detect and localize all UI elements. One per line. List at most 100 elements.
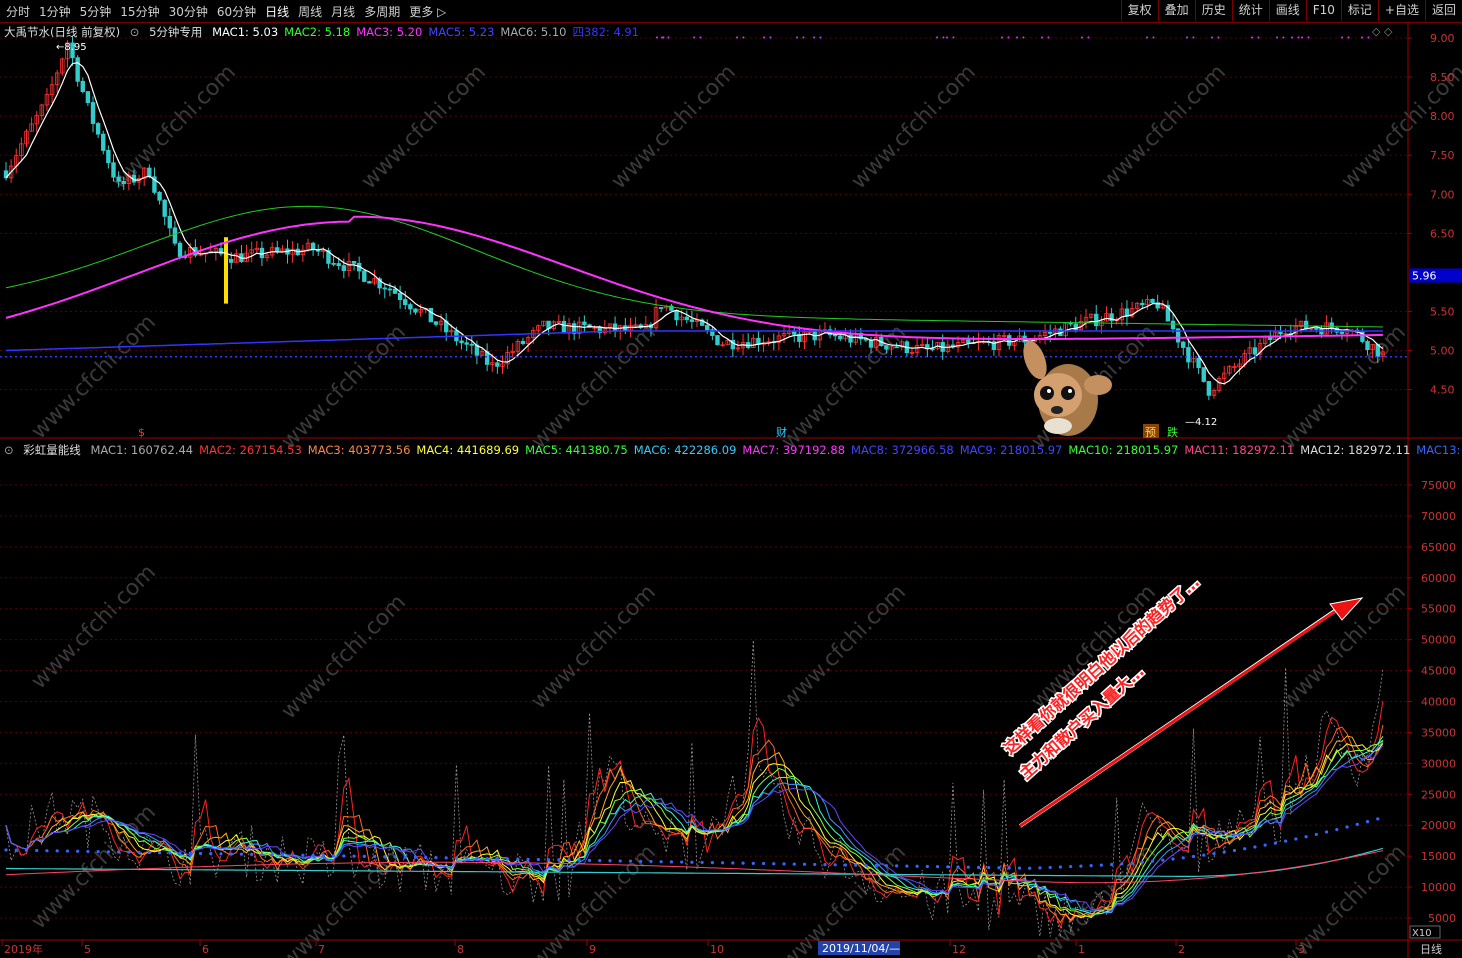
watermark-text: www.cfchi.com [527,580,661,714]
volume-tick-label: 30000 [1421,757,1456,770]
watermark-text: www.cfchi.com [777,580,911,714]
candle-body [1150,299,1155,304]
annotation-arrow [1019,606,1341,828]
candle-body [172,227,178,244]
candle-body [1303,320,1309,330]
volume-legend-item-0: MAC1: 160762.44 [90,443,194,457]
candle-body [336,263,341,267]
signal-dots: • • [1275,34,1285,42]
volume-tick-label: 40000 [1421,696,1456,709]
x-tick-label: 12 [952,943,966,956]
watermark-text: www.cfchi.com [1277,580,1411,714]
volume-tick-label: 20000 [1421,819,1456,832]
candle-body [561,320,567,334]
volume-legend-item-12: MAC13: 13354 [1416,443,1462,457]
indicator-name[interactable]: 5分钟专用 [149,25,202,39]
watermark-text: www.cfchi.com [27,800,161,934]
volume-unit-label: X10 [1412,928,1432,939]
volume-title[interactable]: 彩虹量能线 [23,443,81,457]
x-tick-label: 8 [457,943,464,956]
signal-dots: • • [1340,34,1350,42]
volume-tick-label: 25000 [1421,788,1456,801]
candle-body [1206,381,1212,396]
candle-body [111,162,116,178]
price-tick-label: 7.00 [1430,188,1455,201]
candle-body [162,199,167,217]
candle-body [658,307,664,309]
candle-body [106,150,111,164]
candle-body [351,260,357,264]
candle-body [367,281,372,284]
volume-tick-label: 70000 [1421,510,1456,523]
volume-legend-item-8: MAC9: 218015.97 [959,443,1063,457]
volume-tick-label: 50000 [1421,634,1456,647]
candle-body [884,345,889,350]
candle-body [259,247,265,259]
x-tick-label: 2 [1178,943,1185,956]
candle-body [1068,322,1073,325]
volume-legend-item-9: MAC10: 218015.97 [1068,443,1179,457]
signal-dots: • • [1145,34,1155,42]
watermark-text: www.cfchi.com [357,60,491,194]
candle-body [1365,341,1370,351]
price-tick-label: 8.00 [1430,110,1455,123]
price-legend-item-4: MAC6: 5.10 [500,25,567,39]
volume-legend: ⊙ 彩虹量能线 MAC1: 160762.44 MAC2: 267154.53 MA… [4,442,1462,458]
indicator-icon[interactable]: ⊙ [4,443,14,457]
ma-line-magenta [5,215,1383,340]
candle-body [433,321,439,325]
scroll-arrows[interactable]: ◇ ◇ [1372,25,1392,38]
indicator-icon[interactable]: ⊙ [130,25,140,39]
candle-body [80,80,85,92]
watermark-text: www.cfchi.com [527,320,661,454]
volume-legend-item-1: MAC2: 267154.53 [199,443,302,457]
candle-body [310,242,316,251]
candle-body [1252,347,1258,355]
price-legend-item-2: MAC3: 5.20 [356,25,423,39]
watermark-text: www.cfchi.com [27,560,161,694]
signal-dots: • • [762,34,772,42]
chart-canvas[interactable]: www.cfchi.com www.cfchi.com www.cfchi.com w… [0,0,1462,958]
signal-dots: • • [660,34,670,42]
price-title[interactable]: 大禹节水(日线 前复权) [4,25,120,39]
candle-body [362,270,367,282]
marker-die: 跌 [1167,425,1178,439]
cursor-date-label: 2019/11/04/— [822,942,900,955]
candle-body [495,362,500,367]
candle-body [715,335,720,346]
candle-body [459,340,464,344]
candle-body [85,91,91,103]
candle-body [1007,335,1012,346]
volume-legend-item-11: MAC12: 182972.11 [1300,443,1411,457]
candle-body [75,57,80,82]
volume-tick-label: 75000 [1421,479,1456,492]
price-legend-item-1: MAC2: 5.18 [284,25,351,39]
x-tick-label: 5 [84,943,91,956]
volume-legend-item-10: MAC11: 182972.11 [1184,443,1295,457]
price-tick-label: 4.50 [1430,384,1455,397]
dog-sticker-image [1023,340,1112,436]
candle-body [1278,331,1283,335]
x-tick-label: 2019年 [4,942,43,956]
slow-line-red [5,850,1384,884]
low-price-label: —4.12 [1185,417,1217,428]
candle-body [413,308,418,313]
signal-dots: • • [1250,34,1260,42]
watermark-text: www.cfchi.com [277,590,411,724]
candle-body [1181,341,1186,348]
marker-cai: 财 [776,425,787,439]
candle-body [341,265,347,271]
signal-dots: • • [1015,34,1025,42]
signal-dots: • • [1210,34,1220,42]
candle-body [1186,347,1191,363]
candle-body [1047,331,1053,334]
candle-body [392,288,398,294]
price-legend-item-3: MAC5: 5.23 [428,25,495,39]
candle-body [121,180,126,185]
candle-body [1196,357,1201,368]
volume-legend-item-6: MAC7: 397192.88 [742,443,846,457]
signal-dots: • • [735,34,745,42]
x-tick-label: 7 [318,943,325,956]
ma-line-green [5,205,1383,328]
current-price-label: 5.96 [1412,270,1437,283]
